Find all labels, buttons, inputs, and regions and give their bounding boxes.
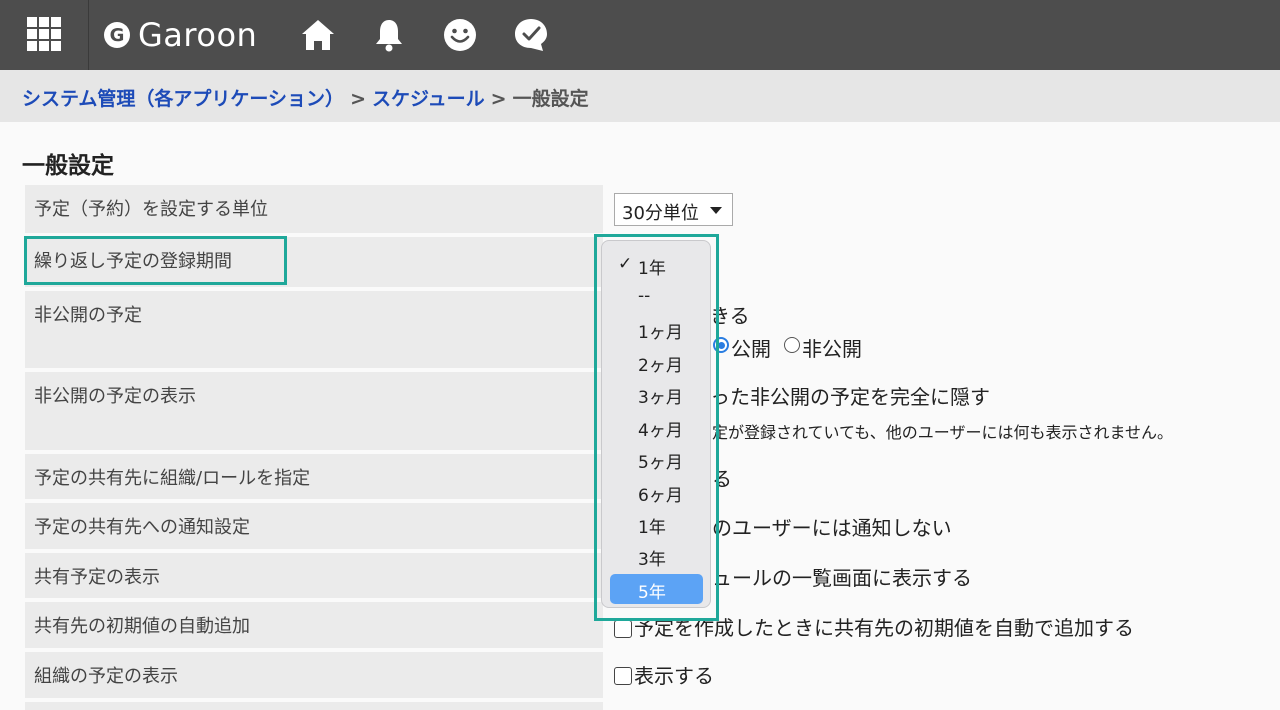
smiley-icon[interactable]: [442, 17, 478, 53]
setting-label-auto-add: 共有先の初期値の自動追加: [25, 602, 603, 648]
breadcrumb-current: 一般設定: [512, 88, 589, 110]
unit-select[interactable]: 30分単位: [614, 193, 733, 226]
home-icon[interactable]: [300, 17, 336, 53]
apps-grid-icon: [27, 17, 61, 51]
setting-label-shared-display: 共有予定の表示: [25, 553, 603, 598]
dropdown-highlight: [594, 234, 719, 621]
garoon-logo[interactable]: G Garoon: [104, 15, 257, 55]
bell-icon[interactable]: [371, 17, 407, 53]
top-bar: G Garoon: [0, 0, 1280, 70]
page-title: 一般設定: [22, 153, 114, 179]
radio-private-label: 非公開: [802, 337, 862, 361]
apps-grid-button[interactable]: [0, 0, 89, 70]
private-display-option-partial: った非公開の予定を完全に隠す: [710, 385, 990, 409]
breadcrumb: システム管理（各アプリケーション） > スケジュール > 一般設定: [22, 84, 589, 111]
org-display-checkbox-label: 表示する: [634, 664, 714, 688]
unit-select-value: 30分単位: [622, 203, 699, 224]
breadcrumb-separator: >: [350, 88, 366, 110]
setting-label-org-display: 組織の予定の表示: [25, 652, 603, 698]
repeat-period-label-highlight: [24, 236, 287, 285]
logo-text: Garoon: [138, 16, 258, 54]
chat-icon[interactable]: [513, 17, 549, 53]
notify-option-partial: のユーザーには通知しない: [712, 516, 952, 540]
setting-label-next: [25, 702, 603, 710]
breadcrumb-schedule-link[interactable]: スケジュール: [372, 88, 485, 110]
radio-public-label: 公開: [731, 337, 771, 361]
setting-label-private-display: 非公開の予定の表示: [25, 372, 603, 450]
auto-add-checkbox[interactable]: [614, 620, 632, 638]
shared-display-option-partial: ュールの一覧画面に表示する: [712, 566, 972, 590]
private-display-note-partial: 定が登録されていても、他のユーザーには何も表示されません。: [712, 423, 1173, 442]
setting-label-private: 非公開の予定: [25, 291, 603, 368]
breadcrumb-separator: >: [490, 88, 507, 110]
breadcrumb-bar: システム管理（各アプリケーション） > スケジュール > 一般設定: [0, 70, 1280, 122]
logo-letter: G: [104, 22, 130, 48]
org-display-checkbox[interactable]: [614, 667, 632, 685]
setting-label-share-org: 予定の共有先に組織/ロールを指定: [25, 454, 603, 499]
setting-label-unit: 予定（予約）を設定する単位: [25, 185, 603, 233]
breadcrumb-system-admin-link[interactable]: システム管理（各アプリケーション）: [22, 88, 344, 110]
radio-private[interactable]: [784, 337, 800, 353]
chevron-down-icon: [710, 207, 722, 214]
setting-label-notify: 予定の共有先への通知設定: [25, 503, 603, 549]
